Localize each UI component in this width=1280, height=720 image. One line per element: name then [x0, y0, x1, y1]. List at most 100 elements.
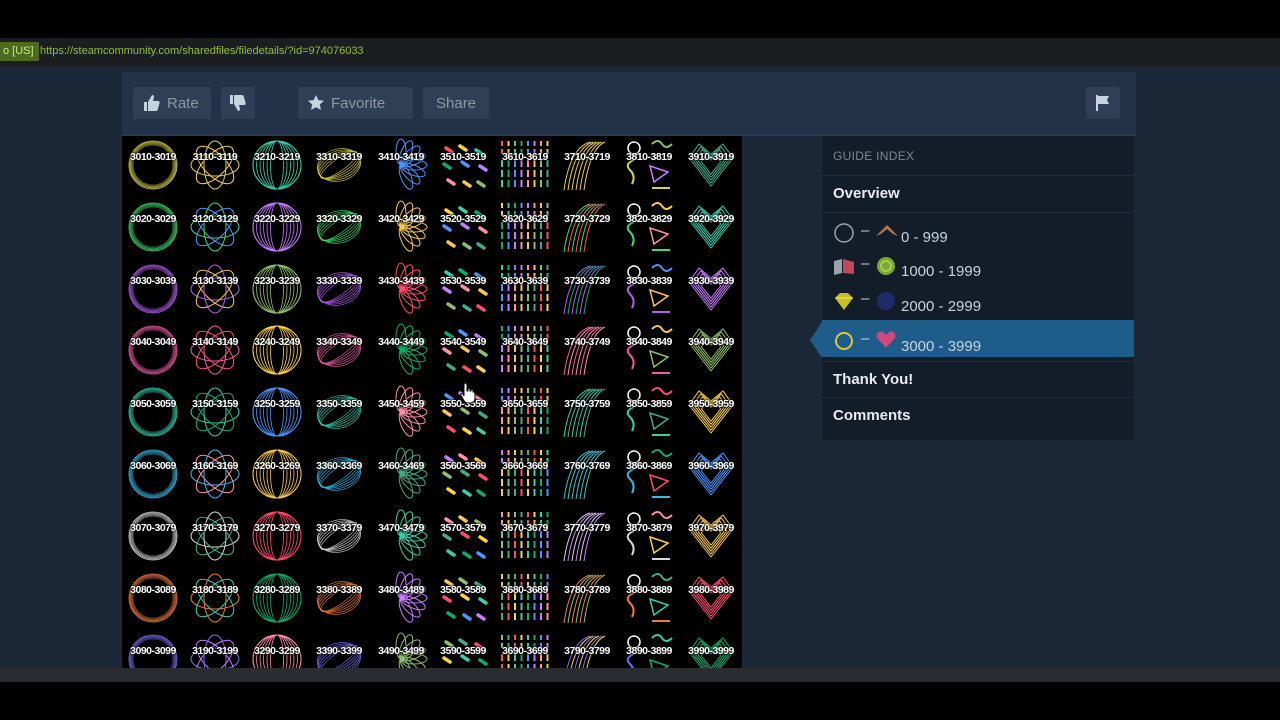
thumbnail-range-label: 3120-3129 — [192, 212, 238, 225]
guide-thumbnail-art — [626, 449, 673, 498]
guide-thumbnail: 3330-3339 — [308, 260, 370, 321]
guide-thumbnail-art — [688, 143, 734, 187]
browser-url-bar[interactable]: o [US] https://steamcommunity.com/shared… — [0, 38, 1280, 66]
thumbnail-range-label: 3180-3189 — [192, 583, 238, 596]
guide-thumbnail: 3630-3639 — [494, 260, 556, 321]
guide-thumbnail-art — [442, 267, 488, 312]
guide-thumbnail: 3580-3589 — [432, 569, 494, 630]
thumbnail-range-label: 3260-3269 — [254, 460, 300, 472]
index-dash: – — [861, 222, 870, 239]
guide-thumbnail-art — [563, 574, 606, 623]
thumbnail-range-label: 3890-3899 — [626, 645, 672, 658]
guide-thumbnail-art — [128, 264, 178, 313]
thumbnail-range-label: 3750-3759 — [564, 398, 610, 411]
guide-thumbnail-art — [252, 202, 302, 252]
guide-thumbnail: 3080-3089 — [122, 569, 184, 630]
guide-thumbnail-art — [563, 141, 606, 191]
thumbnail-range-label: 3410-3419 — [378, 151, 424, 163]
thumbnail-range-label: 3440-3449 — [378, 336, 424, 349]
guide-thumbnail-art — [316, 333, 362, 368]
guide-thumbnail-art — [626, 572, 673, 622]
thumbnail-range-label: 3990-3999 — [688, 645, 734, 658]
guide-thumbnail-art — [501, 388, 549, 437]
guide-thumbnail-art — [688, 266, 734, 311]
share-button[interactable]: Share — [423, 87, 489, 119]
guide-thumbnail: 3160-3169 — [184, 445, 246, 506]
index-item-3000-3999[interactable]: – 3000 - 3999 — [822, 320, 1134, 357]
guide-thumbnail-art — [190, 264, 240, 314]
guide-thumbnail-art — [501, 141, 549, 189]
thumbnail-range-label: 3220-3229 — [254, 212, 300, 225]
guide-thumbnail: 3690-3699 — [494, 630, 556, 668]
rate-down-button[interactable] — [221, 87, 255, 119]
thumbnail-range-label: 3330-3339 — [316, 274, 362, 287]
index-item-1000-1999[interactable]: – 1000 - 1999 — [822, 250, 1134, 285]
guide-thumbnail: 3180-3189 — [184, 569, 246, 630]
thumbnail-range-label: 3670-3679 — [502, 521, 548, 534]
report-button[interactable] — [1086, 87, 1120, 119]
guide-thumbnail-art — [128, 511, 178, 561]
active-section-pointer — [810, 322, 822, 358]
thumbnail-range-label: 3210-3219 — [254, 151, 300, 163]
guide-thumbnail: 3510-3519 — [432, 136, 494, 197]
thumbnail-range-label: 3010-3019 — [130, 151, 176, 163]
guide-thumbnail-art — [501, 202, 549, 251]
index-item-overview[interactable]: Overview — [822, 175, 1134, 212]
guide-thumbnail: 3960-3969 — [680, 445, 742, 506]
guide-thumbnail: 3790-3799 — [556, 630, 618, 668]
favorite-button[interactable]: Favorite — [298, 87, 413, 119]
guide-thumbnail: 3270-3279 — [246, 507, 308, 568]
thumbnail-range-label: 3280-3289 — [254, 583, 300, 596]
thumbs-up-icon — [144, 95, 160, 111]
url-text[interactable]: https://steamcommunity.com/sharedfiles/f… — [40, 43, 364, 59]
rate-up-button[interactable]: Rate — [133, 87, 211, 119]
circle-outline-icon — [834, 223, 854, 243]
guide-thumbnail-art — [442, 576, 488, 621]
guide-thumbnail-art — [395, 138, 428, 190]
guide-thumbnail: 3930-3939 — [680, 260, 742, 321]
guide-thumbnail: 3710-3719 — [556, 136, 618, 197]
thumbnail-range-label: 3920-3929 — [688, 212, 734, 225]
index-item-comments[interactable]: Comments — [822, 397, 1134, 434]
guide-thumbnail: 3350-3359 — [308, 383, 370, 444]
thumbnail-range-label: 3150-3159 — [192, 398, 238, 411]
guide-thumbnail-art — [190, 140, 240, 190]
guide-thumbnail: 3150-3159 — [184, 383, 246, 444]
pink-heart-icon — [876, 331, 896, 348]
guide-thumbnail: 3830-3839 — [618, 260, 680, 321]
guide-thumbnail: 3480-3489 — [370, 569, 432, 630]
thumbnail-range-label: 3680-3689 — [502, 583, 548, 596]
guide-thumbnail-art — [688, 205, 734, 249]
guide-thumbnail: 3840-3849 — [618, 321, 680, 382]
guide-thumbnail-art — [563, 203, 606, 252]
thumbnail-range-label: 3630-3639 — [502, 274, 548, 287]
thumbnail-range-label: 3430-3439 — [378, 274, 424, 287]
thumbnail-range-label: 3530-3539 — [440, 274, 486, 287]
index-item-0-999[interactable]: – 0 - 999 — [822, 212, 1134, 248]
thumbnail-range-label: 3790-3799 — [564, 645, 610, 658]
guide-thumbnail: 3380-3389 — [308, 569, 370, 630]
guide-thumbnail: 3120-3129 — [184, 198, 246, 259]
guide-thumbnail-art — [316, 395, 362, 430]
thumbnail-range-label: 3540-3549 — [440, 336, 486, 349]
guide-thumbnail-art — [563, 388, 606, 438]
index-item-thank-you[interactable]: Thank You! — [822, 361, 1134, 397]
share-label: Share — [436, 94, 477, 112]
guide-thumbnail: 3850-3859 — [618, 383, 680, 444]
guide-thumbnail-art — [395, 262, 428, 314]
guide-thumbnail-art — [128, 573, 178, 622]
index-item-2000-2999[interactable]: – 2000 - 2999 — [822, 285, 1134, 320]
thumbnail-range-label: 3850-3859 — [626, 398, 672, 411]
index-dash: – — [861, 290, 870, 307]
locale-tag: o [US] — [0, 42, 39, 61]
guide-thumbnail: 3910-3919 — [680, 136, 742, 197]
star-icon — [308, 95, 324, 110]
thumbnail-range-label: 3460-3469 — [378, 460, 424, 472]
index-range: 2000 - 2999 — [901, 298, 982, 315]
guide-thumbnail: 3950-3959 — [680, 383, 742, 444]
guide-thumbnail: 3320-3329 — [308, 198, 370, 259]
guide-thumbnail-art — [626, 387, 673, 437]
thumbnail-range-label: 3510-3519 — [440, 151, 486, 163]
thumbnail-range-label: 3420-3429 — [378, 212, 424, 225]
guide-thumbnail-art — [501, 573, 549, 622]
